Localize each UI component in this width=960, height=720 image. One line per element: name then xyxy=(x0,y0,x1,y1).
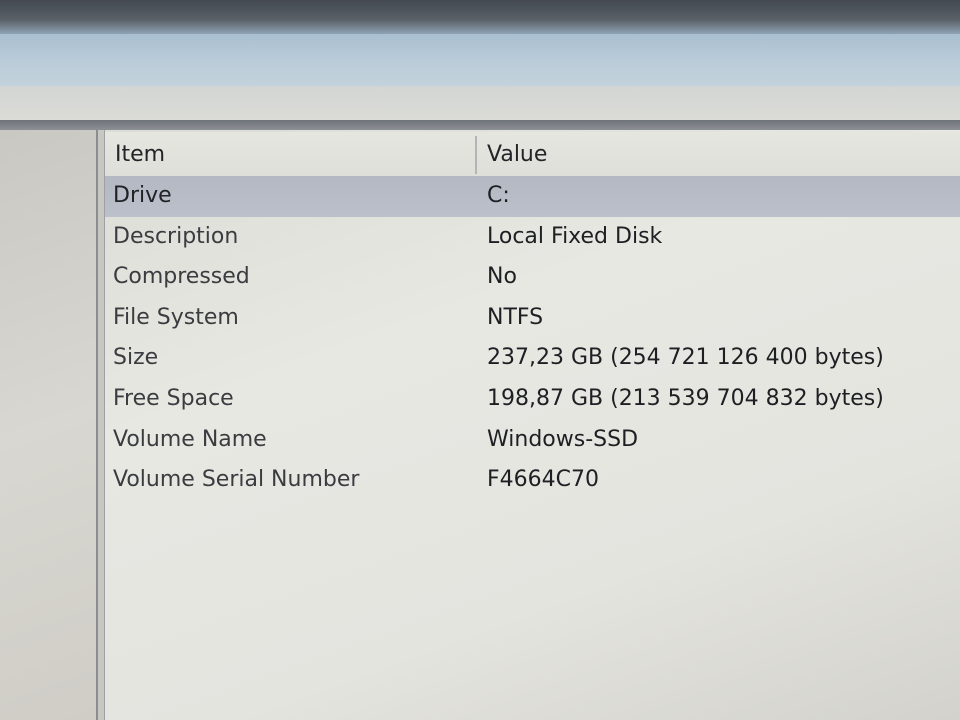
column-header-item[interactable]: Item xyxy=(115,142,165,167)
row-value: Windows-SSD xyxy=(487,426,639,452)
system-information-window: Item Value Drive C: Description Local Fi… xyxy=(0,0,960,720)
row-item-label: File System xyxy=(113,304,239,330)
table-row-free-space[interactable]: Free Space 198,87 GB (213 539 704 832 by… xyxy=(105,379,960,420)
pane-separator xyxy=(0,120,960,130)
table-row-volume-serial-number[interactable]: Volume Serial Number F4664C70 xyxy=(105,460,960,501)
table-row-compressed[interactable]: Compressed No xyxy=(105,257,960,298)
splitter[interactable] xyxy=(98,130,105,720)
row-item-label: Compressed xyxy=(113,264,250,290)
row-item-label: Volume Name xyxy=(113,426,267,452)
column-header-value[interactable]: Value xyxy=(487,142,547,167)
row-value: 198,87 GB (213 539 704 832 bytes) xyxy=(487,385,884,411)
row-value: C: xyxy=(487,183,510,208)
title-bar xyxy=(0,34,960,86)
menu-bar xyxy=(0,86,960,122)
table-row-file-system[interactable]: File System NTFS xyxy=(105,298,960,339)
row-value: F4664C70 xyxy=(487,467,599,493)
row-value: NTFS xyxy=(487,304,544,330)
row-item-label: Size xyxy=(113,345,159,371)
table-row-drive[interactable]: Drive C: xyxy=(105,176,960,217)
row-value: No xyxy=(487,264,517,290)
table-body: Drive C: Description Local Fixed Disk Co… xyxy=(105,176,960,501)
row-item-label: Description xyxy=(113,223,239,249)
table-row-size[interactable]: Size 237,23 GB (254 721 126 400 bytes) xyxy=(105,338,960,379)
details-list-view[interactable]: Item Value Drive C: Description Local Fi… xyxy=(105,130,960,720)
table-row-volume-name[interactable]: Volume Name Windows-SSD xyxy=(105,420,960,461)
category-tree-pane[interactable] xyxy=(0,130,98,720)
column-header-row: Item Value xyxy=(105,132,960,176)
row-item-label: Volume Serial Number xyxy=(113,467,360,493)
row-item-label: Drive xyxy=(113,183,172,208)
table-row-description[interactable]: Description Local Fixed Disk xyxy=(105,217,960,258)
row-value: 237,23 GB (254 721 126 400 bytes) xyxy=(487,345,884,371)
row-value: Local Fixed Disk xyxy=(487,223,663,249)
column-resize-handle[interactable] xyxy=(475,136,477,174)
row-item-label: Free Space xyxy=(113,385,234,411)
